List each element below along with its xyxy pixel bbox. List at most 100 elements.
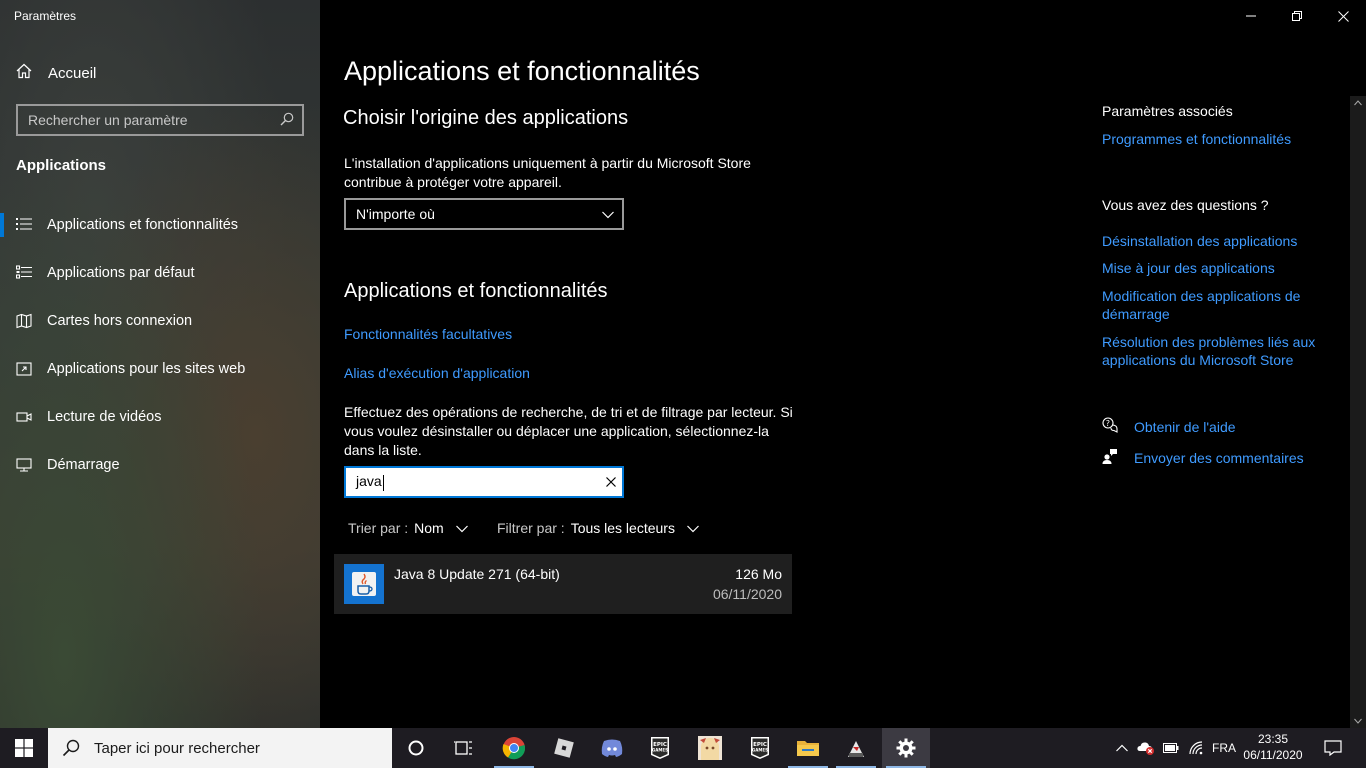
chrome-button[interactable]	[490, 728, 538, 768]
active-indicator	[0, 213, 4, 237]
file-explorer-icon	[797, 741, 819, 756]
close-button[interactable]	[1320, 0, 1366, 32]
help-chat-icon: ?	[1102, 417, 1118, 436]
epic-games-button-2[interactable]: EPIC GAMES	[736, 728, 784, 768]
network-tray-button[interactable]	[1184, 728, 1210, 768]
sidebar-item-label: Lecture de vidéos	[47, 409, 162, 425]
battery-tray-button[interactable]	[1158, 728, 1184, 768]
app-list-item[interactable]: Java 8 Update 271 (64-bit) 126 Mo 06/11/…	[334, 554, 792, 614]
sort-label: Trier par :	[348, 520, 409, 536]
get-help-label: Obtenir de l'aide	[1134, 418, 1236, 435]
epic-games-icon: EPICGAMES	[751, 737, 769, 759]
taskbar-search-input[interactable]: Taper ici pour rechercher	[48, 728, 392, 768]
close-icon	[1337, 10, 1349, 22]
taskbar: Taper ici pour rechercher EPIC GAMES EPIC…	[0, 728, 1366, 768]
cortana-button[interactable]	[392, 728, 440, 768]
sidebar-item-startup[interactable]: Démarrage	[0, 447, 320, 483]
app-origin-dropdown[interactable]: N'importe où	[344, 198, 624, 230]
sidebar-item-offline-maps[interactable]: Cartes hors connexion	[0, 303, 320, 339]
help-link-update[interactable]: Mise à jour des applications	[1102, 259, 1332, 277]
send-feedback-link[interactable]: Envoyer des commentaires	[1102, 448, 1304, 467]
action-center-button[interactable]	[1310, 728, 1356, 768]
roblox-button[interactable]	[540, 728, 588, 768]
choose-origin-description: L'installation d'applications uniquement…	[344, 154, 751, 192]
scrollbar[interactable]	[1350, 96, 1366, 728]
startup-icon	[16, 457, 32, 477]
settings-sidebar: Paramètres Accueil Rechercher un paramèt…	[0, 0, 320, 728]
settings-search-input[interactable]: Rechercher un paramètre	[16, 104, 304, 136]
help-link-uninstall[interactable]: Désinstallation des applications	[1102, 232, 1332, 250]
programs-features-link[interactable]: Programmes et fonctionnalités	[1102, 130, 1332, 148]
cortana-icon	[408, 740, 424, 756]
settings-icon	[896, 738, 916, 758]
app-install-date: 06/11/2020	[712, 586, 782, 602]
search-icon	[62, 739, 80, 757]
search-icon	[280, 112, 294, 129]
restore-button[interactable]	[1274, 0, 1320, 32]
home-link[interactable]: Accueil	[16, 63, 96, 83]
notification-icon	[1324, 740, 1342, 756]
get-help-link[interactable]: ? Obtenir de l'aide	[1102, 417, 1236, 436]
onedrive-error-icon	[1137, 742, 1154, 755]
window-title: Paramètres	[14, 9, 77, 23]
onedrive-tray-button[interactable]	[1134, 728, 1158, 768]
minimize-button[interactable]	[1228, 0, 1274, 32]
offline-maps-icon	[16, 313, 32, 333]
help-link-troubleshoot[interactable]: Résolution des problèmes liés aux applic…	[1102, 333, 1327, 369]
choose-origin-heading: Choisir l'origine des applications	[343, 107, 629, 129]
epic-games-button[interactable]: EPIC GAMES	[636, 728, 684, 768]
anime-app-button[interactable]	[686, 728, 734, 768]
sidebar-item-apps-websites[interactable]: Applications pour les sites web	[0, 351, 320, 387]
sidebar-item-apps-features[interactable]: Applications et fonctionnalités	[0, 207, 320, 243]
task-view-button[interactable]	[440, 728, 488, 768]
taskbar-search-placeholder: Taper ici pour rechercher	[94, 739, 260, 757]
file-explorer-button[interactable]	[784, 728, 832, 768]
filter-label: Filtrer par :	[497, 520, 565, 536]
home-label: Accueil	[48, 64, 97, 82]
apps-search-description: Effectuez des opérations de recherche, d…	[344, 403, 793, 460]
chevron-down-icon	[602, 206, 614, 222]
chevron-down-icon	[687, 520, 699, 536]
sort-dropdown[interactable]: Trier par : Nom	[348, 520, 468, 536]
sidebar-item-label: Cartes hors connexion	[47, 313, 193, 329]
show-hidden-icons-button[interactable]	[1110, 728, 1134, 768]
start-button[interactable]	[0, 728, 48, 768]
clear-search-icon[interactable]	[606, 474, 616, 490]
default-apps-icon	[15, 265, 32, 285]
sidebar-item-video-playback[interactable]: Lecture de vidéos	[0, 399, 320, 435]
app-name: Java 8 Update 271 (64-bit)	[394, 566, 560, 582]
epic-games-icon: EPICGAMES	[651, 737, 669, 759]
sidebar-item-label: Applications et fonctionnalités	[47, 217, 239, 233]
video-playback-icon	[16, 409, 32, 429]
apps-search-input[interactable]: java	[344, 466, 624, 498]
home-icon	[16, 63, 32, 83]
help-link-startup[interactable]: Modification des applications de démarra…	[1102, 287, 1322, 323]
page-title: Applications et fonctionnalités	[344, 56, 700, 86]
task-view-icon	[454, 741, 472, 755]
clock-time: 23:35	[1257, 732, 1289, 746]
filter-dropdown[interactable]: Filtrer par : Tous les lecteurs	[497, 520, 699, 536]
minimize-icon	[1246, 15, 1256, 17]
text-caret	[382, 474, 384, 491]
apps-search-value: java	[356, 473, 384, 491]
chevron-down-icon	[455, 520, 468, 536]
discord-icon	[601, 739, 623, 757]
sidebar-item-label: Applications pour les sites web	[47, 361, 246, 377]
optional-features-link[interactable]: Fonctionnalités facultatives	[344, 326, 512, 342]
questions-heading: Vous avez des questions ?	[1102, 197, 1269, 213]
apps-for-websites-icon	[16, 361, 32, 381]
sidebar-item-default-apps[interactable]: Applications par défaut	[0, 255, 320, 291]
svg-text:GAMES: GAMES	[652, 748, 668, 753]
section-title: Applications	[16, 157, 107, 174]
discord-button[interactable]	[588, 728, 636, 768]
dropdown-value: N'importe où	[356, 206, 435, 222]
app-execution-alias-link[interactable]: Alias d'exécution d'application	[344, 365, 530, 381]
game-app-button[interactable]	[832, 728, 880, 768]
settings-taskbar-button[interactable]	[882, 728, 930, 768]
language-indicator[interactable]: FRA	[1212, 728, 1236, 768]
taskbar-clock[interactable]: 23:35 06/11/2020	[1240, 731, 1306, 763]
svg-text:GAMES: GAMES	[752, 748, 768, 753]
description-line: dans la liste.	[344, 442, 422, 458]
scroll-up-icon[interactable]	[1354, 100, 1362, 106]
scroll-down-icon[interactable]	[1354, 718, 1362, 724]
